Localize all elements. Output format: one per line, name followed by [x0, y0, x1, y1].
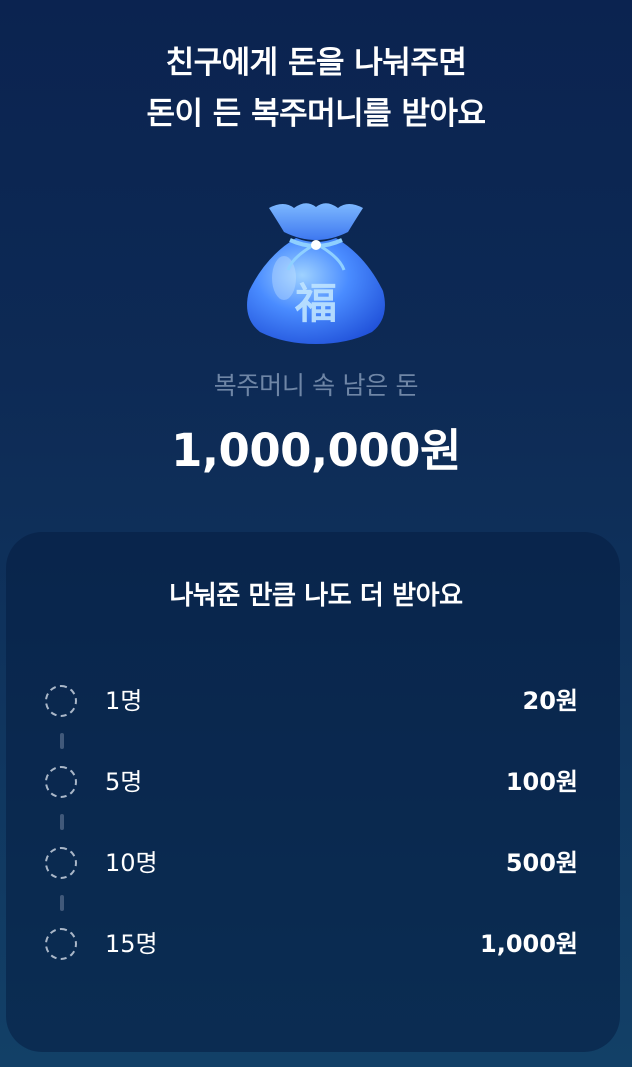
tier-connector [60, 814, 64, 830]
tier-progress-circle-icon [45, 685, 77, 717]
tier-people-count: 10명 [105, 849, 158, 877]
lucky-pouch-icon: 福 [236, 196, 396, 356]
tier-progress-circle-icon [45, 847, 77, 879]
tier-people-count: 5명 [105, 768, 143, 796]
balance-amount: 1,000,000원 [171, 424, 461, 477]
tier-people-count: 1명 [105, 687, 143, 715]
tier-reward-amount: 100원 [505, 768, 578, 796]
rewards-title: 나눠준 만큼 나도 더 받아요 [169, 581, 463, 611]
tier-reward-amount: 1,000원 [480, 930, 578, 958]
tier-connector [60, 733, 64, 749]
reward-tier-row: 5명 100원 [0, 764, 632, 804]
reward-tier-row: 1명 20원 [0, 683, 632, 723]
tier-progress-circle-icon [45, 928, 77, 960]
tier-people-count: 15명 [105, 930, 158, 958]
headline: 친구에게 돈을 나눠주면 돈이 든 복주머니를 받아요 [0, 38, 632, 140]
reward-tier-row: 10명 500원 [0, 845, 632, 885]
pouch-character: 福 [294, 279, 337, 328]
tier-connector [60, 895, 64, 911]
balance-label: 복주머니 속 남은 돈 [213, 371, 419, 400]
tier-reward-amount: 20원 [522, 687, 578, 715]
headline-line-2: 돈이 든 복주머니를 받아요 [146, 96, 486, 132]
tier-reward-amount: 500원 [505, 849, 578, 877]
tier-progress-circle-icon [45, 766, 77, 798]
reward-tier-row: 15명 1,000원 [0, 926, 632, 966]
headline-line-1: 친구에게 돈을 나눠주면 [165, 45, 467, 81]
